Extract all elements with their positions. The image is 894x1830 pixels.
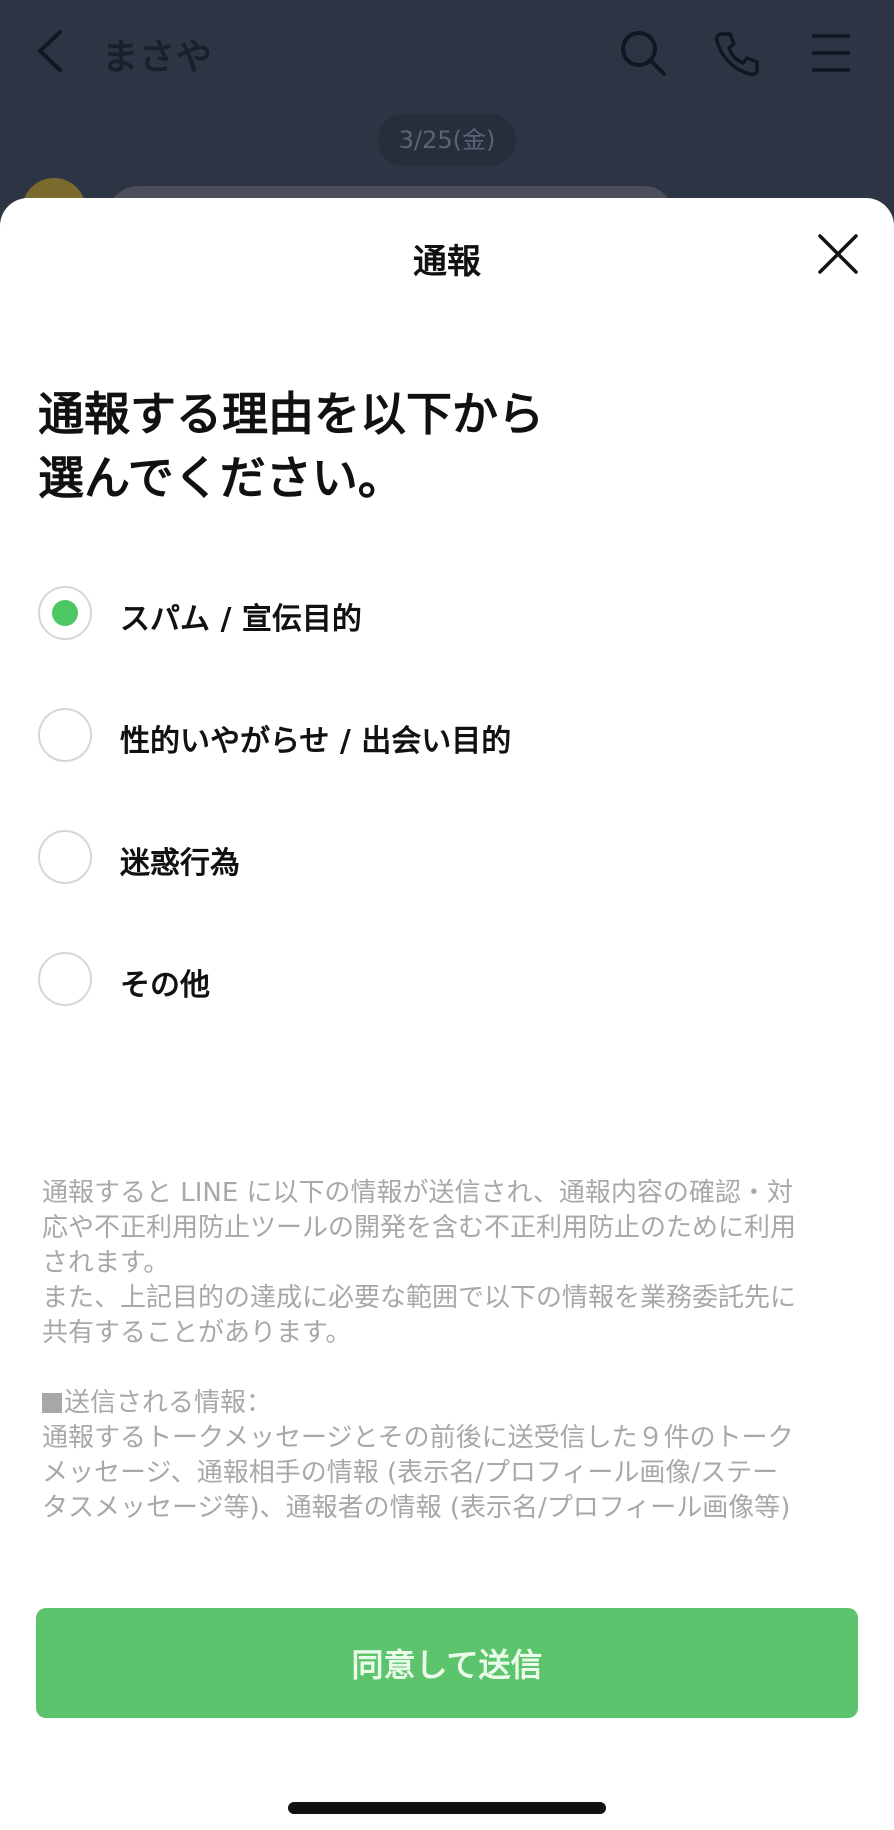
option-label: スパム / 宣伝目的 [120,602,362,637]
heading-line-2: 選んでください。 [38,451,404,505]
notice-line: 通報すると LINE に以下の情報が送信され、通報内容の確認・対 [42,1178,793,1208]
option-other[interactable]: その他 [38,952,838,1012]
option-sexual-harassment[interactable]: 性的いやがらせ / 出会い目的 [38,708,838,768]
option-label: 迷惑行為 [120,846,240,881]
menu-icon[interactable] [806,28,856,78]
close-icon[interactable] [812,228,864,280]
info-heading: 送信される情報： [42,1386,862,1421]
date-pill: 3/25(金) [378,114,516,166]
info-line: タスメッセージ等)、通報者の情報 (表示名/プロフィール画像等) [42,1493,791,1523]
notice-spacer [42,1351,862,1386]
notice-line: されます。 [42,1248,170,1278]
back-icon[interactable] [30,26,74,76]
radio-icon[interactable] [38,830,92,884]
page-heading: 通報する理由を以下から 選んでください。 [38,382,798,510]
info-line: 通報するトークメッセージとその前後に送受信した９件のトーク [42,1423,794,1453]
agree-and-send-button[interactable]: 同意して送信 [36,1608,858,1718]
search-icon[interactable] [618,28,668,78]
heading-line-1: 通報する理由を以下から [38,387,544,441]
radio-selected-icon[interactable] [38,586,92,640]
chat-header: まさや [0,0,894,110]
radio-icon[interactable] [38,952,92,1006]
info-line: メッセージ、通報相手の情報 (表示名/プロフィール画像/ステー [42,1458,779,1488]
sheet-title: 通報 [413,242,481,282]
home-indicator [288,1802,606,1814]
square-bullet-icon [42,1393,62,1413]
report-sheet: 通報 通報する理由を以下から 選んでください。 スパム / 宣伝目的 性的いやが… [0,198,894,1830]
notice-line: 応や不正利用防止ツールの開発を含む不正利用防止のために利用 [42,1213,797,1243]
option-label: 性的いやがらせ / 出会い目的 [120,724,512,759]
option-label: その他 [120,968,210,1003]
notice-text: 通報すると LINE に以下の情報が送信され、通報内容の確認・対 応や不正利用防… [42,1176,862,1526]
screen: まさや 3/25(金) 通報 通報する理由を以下から 選んでください。 スパム [0,0,894,1830]
option-spam[interactable]: スパム / 宣伝目的 [38,586,838,646]
radio-icon[interactable] [38,708,92,762]
option-nuisance[interactable]: 迷惑行為 [38,830,838,890]
notice-line: また、上記目的の達成に必要な範囲で以下の情報を業務委託先に [42,1283,797,1313]
info-heading-text: 送信される情報： [64,1388,273,1418]
chat-title: まさや [102,37,214,78]
notice-line: 共有することがあります。 [42,1318,352,1348]
phone-icon[interactable] [712,28,762,78]
